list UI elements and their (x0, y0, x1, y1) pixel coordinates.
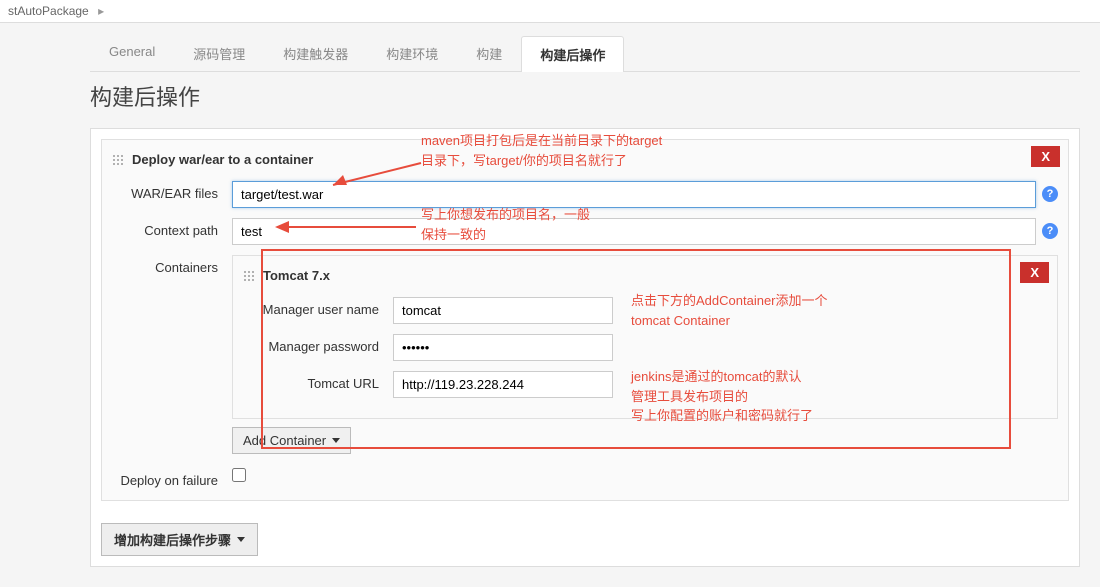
breadcrumb-item[interactable]: stAutoPackage (8, 4, 89, 18)
tomcat-container-block: X Tomcat 7.x Manager user name Manager p… (232, 255, 1058, 419)
help-icon[interactable]: ? (1042, 223, 1058, 239)
deploy-failure-checkbox[interactable] (232, 468, 246, 482)
deploy-block: X Deploy war/ear to a container WAR/EAR … (101, 139, 1069, 501)
add-post-build-step-button[interactable]: 增加构建后操作步骤 (101, 523, 258, 556)
add-container-button[interactable]: Add Container (232, 427, 351, 454)
tomcat-url-input[interactable] (393, 371, 613, 398)
tab-post-build[interactable]: 构建后操作 (521, 36, 624, 72)
section-title: 构建后操作 (90, 80, 1080, 112)
tab-general[interactable]: General (90, 35, 174, 71)
containers-label: Containers (112, 255, 232, 275)
context-path-input[interactable] (232, 218, 1036, 245)
manager-user-input[interactable] (393, 297, 613, 324)
help-icon[interactable]: ? (1042, 186, 1058, 202)
add-container-label: Add Container (243, 433, 326, 448)
tomcat-header-label: Tomcat 7.x (263, 268, 330, 283)
tomcat-header[interactable]: Tomcat 7.x (243, 266, 1047, 285)
manager-user-label: Manager user name (243, 297, 393, 317)
form-outer: X Deploy war/ear to a container WAR/EAR … (90, 128, 1080, 567)
manager-pass-input[interactable] (393, 334, 613, 361)
tab-triggers[interactable]: 构建触发器 (264, 35, 367, 71)
drag-handle-icon[interactable] (112, 154, 124, 166)
war-files-input[interactable] (232, 181, 1036, 208)
config-tabs: General 源码管理 构建触发器 构建环境 构建 构建后操作 (90, 35, 1080, 72)
manager-pass-label: Manager password (243, 334, 393, 354)
context-path-label: Context path (112, 218, 232, 238)
caret-down-icon (237, 537, 245, 542)
war-files-label: WAR/EAR files (112, 181, 232, 201)
deploy-header-label: Deploy war/ear to a container (132, 152, 313, 167)
deploy-failure-label: Deploy on failure (112, 468, 232, 488)
deploy-header[interactable]: Deploy war/ear to a container (112, 150, 1058, 169)
tab-build[interactable]: 构建 (457, 35, 521, 71)
close-container-button[interactable]: X (1020, 262, 1049, 283)
close-deploy-button[interactable]: X (1031, 146, 1060, 167)
breadcrumb: stAutoPackage ▸ (0, 0, 1100, 23)
tab-scm[interactable]: 源码管理 (174, 35, 264, 71)
drag-handle-icon[interactable] (243, 270, 255, 282)
tab-environment[interactable]: 构建环境 (367, 35, 457, 71)
add-step-label: 增加构建后操作步骤 (114, 530, 231, 549)
caret-down-icon (332, 438, 340, 443)
tomcat-url-label: Tomcat URL (243, 371, 393, 391)
breadcrumb-separator: ▸ (98, 4, 104, 18)
